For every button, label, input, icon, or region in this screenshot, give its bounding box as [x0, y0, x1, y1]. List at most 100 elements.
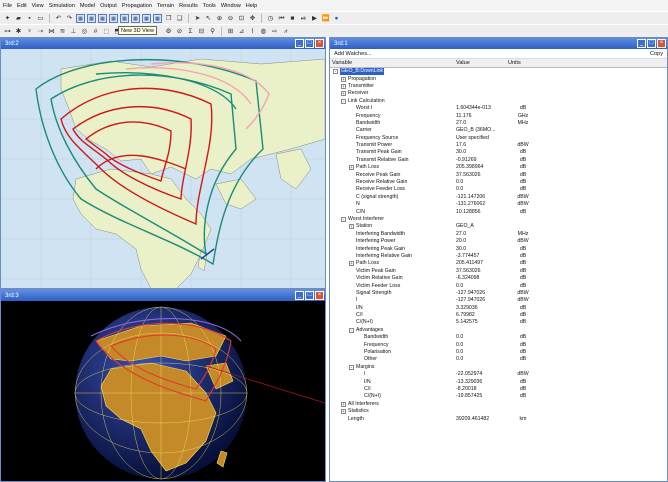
- antenna-icon[interactable]: ♆: [25, 27, 34, 36]
- table-row[interactable]: Signal Strength -127.947026 dBW: [330, 290, 667, 297]
- print-icon[interactable]: ▭: [36, 14, 45, 23]
- arrow-icon[interactable]: ⇨: [270, 27, 279, 36]
- collapse-icon[interactable]: -: [333, 69, 338, 75]
- collapse-icon[interactable]: -: [349, 364, 354, 370]
- collapse-icon[interactable]: -: [349, 327, 354, 333]
- expand-icon[interactable]: +: [349, 261, 354, 267]
- close-icon[interactable]: ×: [315, 39, 324, 48]
- expand-icon[interactable]: +: [341, 401, 346, 407]
- expand-icon[interactable]: +: [341, 91, 346, 97]
- new-2d-view-icon[interactable]: ⬚: [102, 27, 111, 36]
- globe-view-titlebar[interactable]: 3rd:3 _ □ ×: [1, 290, 325, 301]
- copy-button[interactable]: Copy: [650, 51, 663, 57]
- map-view-window[interactable]: 3rd:2 _ □ ×: [0, 37, 326, 289]
- table-row[interactable]: C/(N+I) -19.857425 dB: [330, 393, 667, 400]
- menu-item[interactable]: Window: [221, 3, 241, 9]
- table-icon[interactable]: ⊞: [226, 27, 235, 36]
- table-row[interactable]: - Advantages: [330, 327, 667, 334]
- satellite-icon[interactable]: ✱: [14, 27, 23, 36]
- pan-icon[interactable]: ✥: [248, 14, 257, 23]
- table-row[interactable]: Receive Feeder Loss 0.0 dB: [330, 186, 667, 193]
- route-icon[interactable]: ≋: [58, 27, 67, 36]
- expand-icon[interactable]: +: [349, 224, 354, 230]
- pick-icon[interactable]: ↖: [204, 14, 213, 23]
- settings-icon[interactable]: ⚙: [164, 27, 173, 36]
- column-header-units[interactable]: Units: [508, 60, 538, 66]
- table-row[interactable]: Interfering Power 20.0 dBW: [330, 238, 667, 245]
- table-row[interactable]: - Worst Interferer: [330, 216, 667, 223]
- table-row[interactable]: I/N 3.329036 dB: [330, 305, 667, 312]
- copy-icon[interactable]: ❐: [164, 14, 173, 23]
- globe-icon[interactable]: ◍: [259, 27, 268, 36]
- collapse-icon[interactable]: -: [341, 98, 346, 104]
- view-grid-icon[interactable]: ▦: [131, 13, 140, 23]
- menu-item[interactable]: Results: [179, 3, 198, 9]
- station-icon[interactable]: ⊶: [3, 27, 12, 36]
- stop-icon[interactable]: ■: [288, 14, 297, 23]
- zoom-out-icon[interactable]: ⊖: [226, 14, 235, 23]
- view-grid-icon[interactable]: ▦: [142, 13, 151, 23]
- search-icon[interactable]: ⚲: [208, 27, 217, 36]
- close-icon[interactable]: ×: [657, 39, 666, 48]
- minimize-icon[interactable]: _: [295, 39, 304, 48]
- table-row[interactable]: Bandwidth 27.0 MHz: [330, 120, 667, 127]
- table-row[interactable]: + Propagation: [330, 75, 667, 82]
- table-row[interactable]: Carrier GEO_B (36MO...: [330, 127, 667, 134]
- table-row[interactable]: Interfering Peak Gain 30.0 dB: [330, 245, 667, 252]
- view-grid-icon[interactable]: ▦: [98, 13, 107, 23]
- view-grid-icon[interactable]: ▦: [120, 13, 129, 23]
- graph-icon[interactable]: ⌇: [248, 27, 257, 36]
- table-row[interactable]: C/I -8.20018 dB: [330, 386, 667, 393]
- help-icon[interactable]: ●: [332, 14, 341, 23]
- map-canvas[interactable]: [1, 49, 325, 289]
- table-row[interactable]: Other 0.0 dB: [330, 356, 667, 363]
- table-row[interactable]: Bandwidth 0.0 dB: [330, 334, 667, 341]
- menu-item[interactable]: Output: [100, 3, 117, 9]
- table-row[interactable]: I -127.947026 dBW: [330, 297, 667, 304]
- table-row[interactable]: Victim Feeder Loss 0.0 dB: [330, 282, 667, 289]
- menu-item[interactable]: Edit: [17, 3, 27, 9]
- paste-icon[interactable]: ❏: [175, 14, 184, 23]
- table-row[interactable]: - GEO_B:DownLink: [330, 68, 667, 76]
- table-row[interactable]: + All Interferers: [330, 401, 667, 408]
- watch-table-window[interactable]: 3rd:1 _ □ × Add Watches... Copy Variable…: [329, 37, 668, 482]
- table-row[interactable]: + Receiver: [330, 90, 667, 97]
- menu-item[interactable]: Terrain: [157, 3, 174, 9]
- play-icon[interactable]: ▶: [310, 14, 319, 23]
- add-watches-button[interactable]: Add Watches...: [334, 51, 372, 57]
- table-row[interactable]: Transmit Peak Gain 30.0 dB: [330, 149, 667, 156]
- undo-icon[interactable]: ↶: [54, 14, 63, 23]
- table-row[interactable]: C (signal strength) -121.147206 dBW: [330, 194, 667, 201]
- table-row[interactable]: + Statistics: [330, 408, 667, 415]
- watch-table-titlebar[interactable]: 3rd:1 _ □ ×: [330, 38, 667, 49]
- zoom-box-icon[interactable]: ⊡: [237, 14, 246, 23]
- table-row[interactable]: Length 39209.461482 km: [330, 415, 667, 422]
- expand-icon[interactable]: +: [341, 409, 346, 415]
- new-icon[interactable]: ✦: [3, 14, 12, 23]
- maximize-icon[interactable]: □: [305, 291, 314, 300]
- report-icon[interactable]: ⊟: [197, 27, 206, 36]
- expand-icon[interactable]: +: [349, 165, 354, 171]
- table-row[interactable]: Transmit Power 17.6 dBW: [330, 142, 667, 149]
- minimize-icon[interactable]: _: [295, 291, 304, 300]
- table-row[interactable]: - Link Calculation: [330, 98, 667, 105]
- map-view-titlebar[interactable]: 3rd:2 _ □ ×: [1, 38, 325, 49]
- sum-icon[interactable]: Σ: [186, 27, 195, 36]
- close-icon[interactable]: ×: [315, 291, 324, 300]
- chart-icon[interactable]: ⊿: [237, 27, 246, 36]
- fast-forward-icon[interactable]: ⏩: [321, 14, 330, 23]
- menu-item[interactable]: View: [32, 3, 44, 9]
- view-grid-icon[interactable]: ▦: [87, 13, 96, 23]
- table-row[interactable]: + Station GEO_A: [330, 223, 667, 230]
- table-row[interactable]: Victim Peak Gain 37.563026 dB: [330, 268, 667, 275]
- menu-item[interactable]: File: [3, 3, 12, 9]
- table-row[interactable]: C/N 10.128856 dB: [330, 208, 667, 215]
- table-row[interactable]: Frequency 0.0 dB: [330, 341, 667, 348]
- table-row[interactable]: Frequency Source User specified: [330, 135, 667, 142]
- table-row[interactable]: + Path Loss 205.398964 dB: [330, 164, 667, 171]
- pointer-icon[interactable]: ➤: [193, 14, 202, 23]
- filter-icon[interactable]: ⊘: [175, 27, 184, 36]
- terrain-icon[interactable]: ⩘: [281, 27, 290, 36]
- table-row[interactable]: Receive Relative Gain 0.0 dB: [330, 179, 667, 186]
- table-row[interactable]: Victim Relative Gain -6.324098 dB: [330, 275, 667, 282]
